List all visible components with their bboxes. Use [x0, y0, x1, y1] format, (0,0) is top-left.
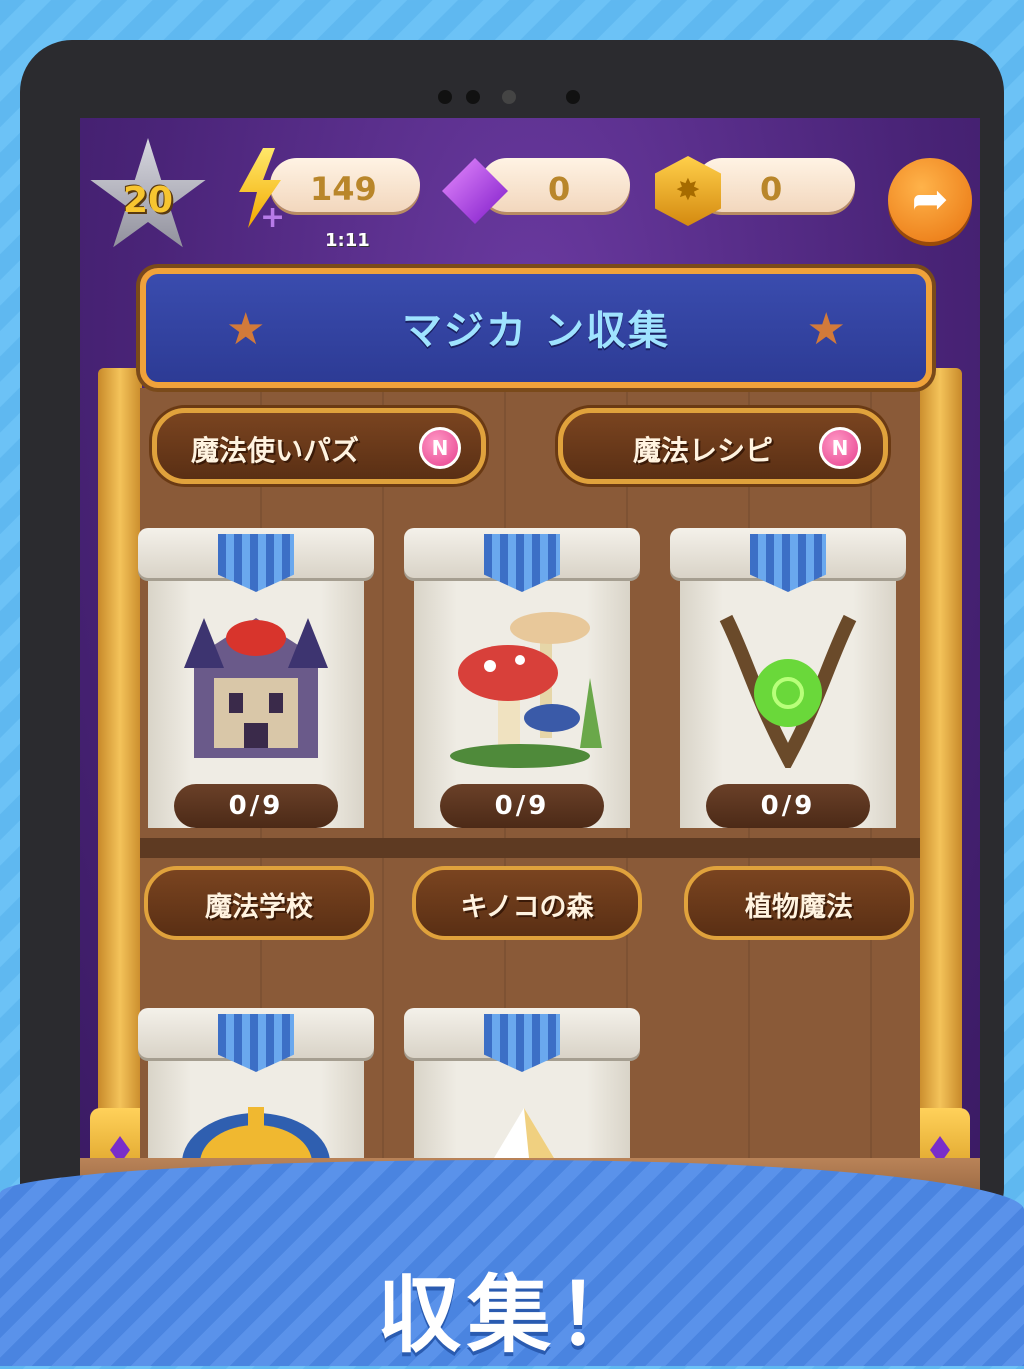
- right-pillar: [918, 368, 962, 1198]
- collection-card-egypt[interactable]: [138, 1008, 374, 1158]
- tab-label: 魔法レシピ: [633, 434, 774, 467]
- tablet-frame: 20 + 149 1:11 0 ✸ 0 ➦ ★ マジカ ン収集 ★ 魔法使いパズ…: [20, 40, 1004, 1240]
- player-level: 20: [122, 180, 174, 221]
- collection-card-magic-school[interactable]: 0/9: [138, 528, 374, 848]
- energy-timer: 1:11: [325, 230, 370, 251]
- mushroom-icon: [450, 612, 602, 768]
- share-button[interactable]: ➦: [888, 158, 972, 242]
- energy-value: 149: [310, 170, 377, 208]
- collection-name: キノコの森: [460, 892, 594, 923]
- vine-heart-icon: [719, 614, 857, 768]
- collection-name: 魔法学校: [205, 892, 313, 923]
- new-badge: N: [819, 427, 861, 469]
- camera-dot: [566, 90, 580, 104]
- game-screen: 20 + 149 1:11 0 ✸ 0 ➦ ★ マジカ ン収集 ★ 魔法使いパズ…: [80, 118, 980, 1218]
- add-energy-icon[interactable]: +: [260, 200, 285, 235]
- collection-progress: 0/9: [440, 784, 604, 828]
- promo-caption: 収集！: [376, 1266, 647, 1364]
- collection-card-plant-magic[interactable]: 0/9: [670, 528, 906, 848]
- new-badge: N: [419, 427, 461, 469]
- title-banner: ★ マジカ ン収集 ★: [140, 268, 932, 388]
- castle-icon: [184, 618, 328, 758]
- tab-magic-recipe[interactable]: 魔法レシピ N: [558, 408, 888, 484]
- collection-progress: 0/9: [174, 784, 338, 828]
- crystal-icon: [494, 1108, 554, 1158]
- camera-lens: [502, 90, 516, 104]
- collection-card-mushroom-forest[interactable]: 0/9: [404, 528, 640, 848]
- collection-name: 植物魔法: [745, 892, 853, 923]
- camera-dot: [466, 90, 480, 104]
- star-ornament-icon: ★: [806, 304, 846, 355]
- camera-dot: [438, 90, 452, 104]
- collection-card-crystal[interactable]: [404, 1008, 640, 1158]
- tab-label: 魔法使いパズ: [191, 434, 360, 467]
- collection-progress: 0/9: [706, 784, 870, 828]
- coin-value: 0: [760, 170, 783, 208]
- collection-name-plate[interactable]: キノコの森: [412, 866, 642, 940]
- gem-value: 0: [548, 170, 571, 208]
- left-pillar: [98, 368, 142, 1198]
- collection-name-plate[interactable]: 魔法学校: [144, 866, 374, 940]
- collection-name-plate[interactable]: 植物魔法: [684, 866, 914, 940]
- pharaoh-icon: [182, 1107, 330, 1158]
- tab-wizard-puzzle[interactable]: 魔法使いパズ N: [152, 408, 486, 484]
- share-arrow-icon: ➦: [911, 174, 949, 225]
